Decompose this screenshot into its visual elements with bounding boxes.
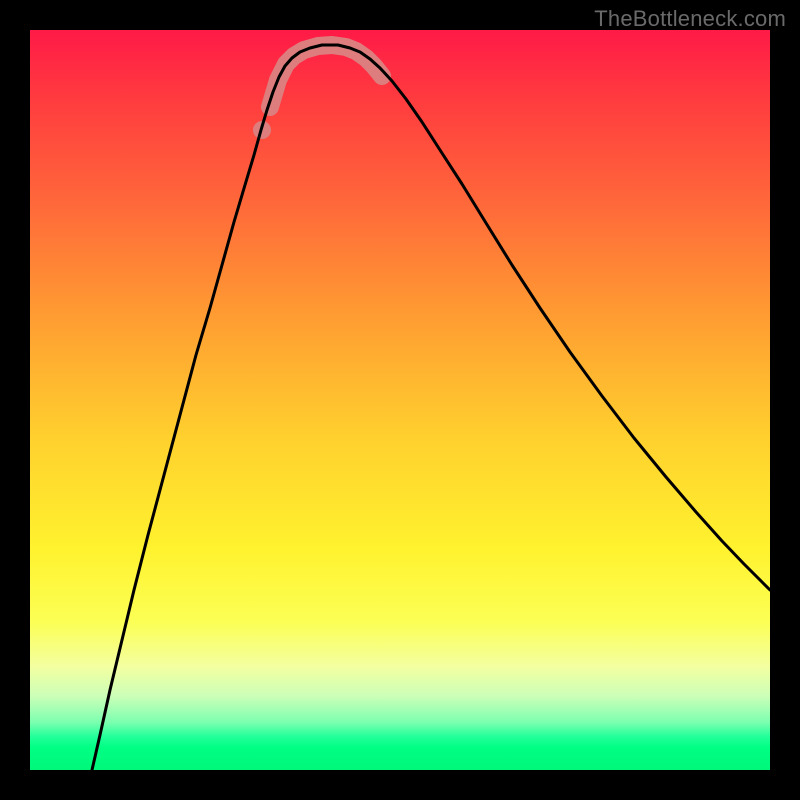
plot-area bbox=[30, 30, 770, 770]
watermark-text: TheBottleneck.com bbox=[594, 6, 786, 32]
bottleneck-curve bbox=[92, 45, 770, 770]
curve-svg bbox=[30, 30, 770, 770]
outer-frame: TheBottleneck.com bbox=[0, 0, 800, 800]
